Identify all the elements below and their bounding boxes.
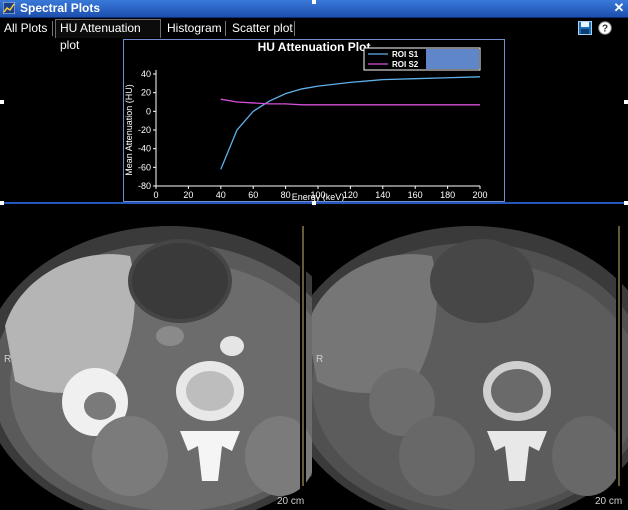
x-tick-label: 120: [343, 190, 358, 200]
x-tick-label: 0: [153, 190, 158, 200]
legend-redaction: [426, 49, 479, 69]
x-tick-label: 140: [375, 190, 390, 200]
scale-label: 20 cm: [595, 496, 623, 507]
x-axis-label: Energy (keV): [292, 192, 345, 201]
hu-attenuation-plot-panel: HU Attenuation Plot 40 20 0 -20 -40 -60 -80 0 20…: [123, 39, 505, 202]
tab-divider: [225, 21, 226, 36]
legend-label: ROI S1: [392, 50, 419, 59]
x-tick-label: 180: [440, 190, 455, 200]
ct-scan-contrast-image: [0, 206, 312, 510]
series-line-roi-s1: [220, 76, 481, 170]
legend-label: ROI S2: [392, 60, 419, 69]
y-axis-label: Mean Attenuation (HU): [124, 84, 134, 176]
orientation-label: R: [316, 354, 324, 365]
ct-image-left[interactable]: R 20 cm: [0, 206, 312, 510]
y-tick-label: -80: [138, 181, 151, 191]
close-icon[interactable]: ✕: [612, 0, 626, 15]
series-line-roi-s2: [220, 98, 480, 106]
tab-scatter-plot[interactable]: Scatter plot: [228, 20, 297, 37]
resize-handle[interactable]: [624, 201, 628, 205]
resize-handle[interactable]: [624, 100, 628, 104]
tab-divider: [294, 21, 295, 36]
tab-all-plots[interactable]: All Plots: [0, 20, 51, 37]
resize-handle[interactable]: [312, 201, 316, 205]
x-tick-label: 80: [281, 190, 291, 200]
hu-attenuation-chart: 40200-20-40-60-800 20 40 60 80 100 120 140 160 18…: [124, 47, 488, 201]
x-tick-label: 40: [216, 190, 226, 200]
x-tick-label: 60: [248, 190, 258, 200]
ct-image-right[interactable]: R 20 cm: [312, 206, 628, 510]
y-tick-label: 40: [141, 69, 151, 79]
y-tick-label: -20: [138, 125, 151, 135]
tab-divider: [52, 21, 53, 36]
help-icon[interactable]: ?: [598, 21, 612, 35]
tab-bar: All Plots HU Attenuation plot Histogram …: [0, 18, 628, 52]
x-tick-label: 200: [472, 190, 487, 200]
app-icon: [3, 2, 15, 14]
window-title: Spectral Plots: [20, 1, 101, 15]
tab-histogram[interactable]: Histogram: [163, 20, 226, 37]
resize-handle[interactable]: [0, 100, 4, 104]
resize-handle[interactable]: [312, 0, 316, 4]
x-tick-label: 20: [183, 190, 193, 200]
ct-scan-noncontrast-image: [312, 206, 628, 510]
y-tick-label: -60: [138, 162, 151, 172]
y-tick-label: -40: [138, 144, 151, 154]
orientation-label: R: [4, 354, 12, 365]
resize-handle[interactable]: [0, 201, 4, 205]
y-tick-label: 20: [141, 88, 151, 98]
tab-hu-attenuation-plot[interactable]: HU Attenuation plot: [55, 19, 161, 52]
scale-label: 20 cm: [277, 496, 305, 507]
y-tick-label: 0: [146, 106, 151, 116]
x-tick-label: 160: [408, 190, 423, 200]
svg-text:?: ?: [602, 24, 608, 35]
save-icon[interactable]: [578, 21, 592, 35]
